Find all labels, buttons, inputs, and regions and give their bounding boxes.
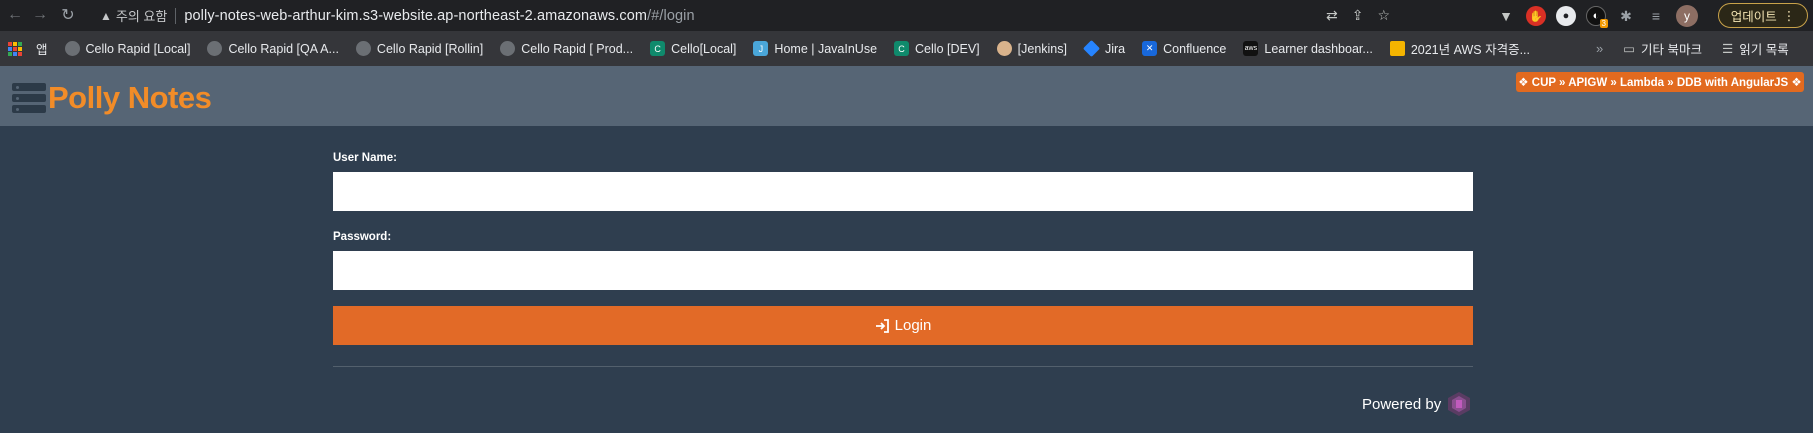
folder-icon [1389,41,1405,56]
share-icon[interactable]: ⇪ [1352,7,1364,24]
aws-icon: aws [1243,41,1259,56]
extension-badge-icon[interactable]: ◐ 3 [1586,6,1608,28]
form-divider [333,366,1473,367]
bookmark-item[interactable]: Cello Rapid [Local] [64,41,190,56]
bookmark-item[interactable]: 2021년 AWS 자격증... [1389,39,1530,58]
forward-icon[interactable]: → [28,3,52,27]
powered-by: Powered by [1362,390,1473,418]
bookmark-item[interactable]: [Jenkins] [996,41,1067,56]
globe-icon [64,41,80,56]
extension-circle-icon[interactable]: ● [1556,6,1576,26]
bookmarks-bar: 앱 Cello Rapid [Local] Cello Rapid [QA A.… [0,31,1813,66]
apps-grid-icon [8,41,22,56]
confluence-icon: ✕ [1142,41,1158,56]
extensions-bar: ▼ ✋ ● ◐ 3 ✱ ≡ y [1496,5,1698,28]
back-icon[interactable]: ← [3,3,27,27]
address-bar[interactable]: ▲ 주의 요함 polly-notes-web-arthur-kim.s3-we… [100,3,1390,28]
bookmarks-right: » ▭ 기타 북마크 ☰ 읽기 목록 [1596,31,1789,66]
sign-in-icon [875,318,889,333]
chevron-right-icon[interactable]: » [1596,41,1603,56]
url-text[interactable]: polly-notes-web-arthur-kim.s3-website.ap… [184,8,694,24]
reading-list[interactable]: ☰ 읽기 목록 [1722,39,1789,58]
globe-icon [207,41,223,56]
jenkins-icon [996,41,1012,56]
username-label: User Name: [333,152,397,164]
cello-icon: C [894,41,910,56]
bookmark-apps[interactable]: 앱 [8,39,48,58]
other-bookmarks[interactable]: ▭ 기타 북마크 [1623,39,1702,58]
stack-badge: ❖ CUP » APIGW » Lambda » DDB with Angula… [1516,72,1804,92]
bookmark-item[interactable]: C Cello [DEV] [894,41,980,56]
bookmark-item[interactable]: Cello Rapid [Rollin] [355,41,483,56]
browser-toolbar: ← → ↻ ▲ 주의 요함 polly-notes-web-arthur-kim… [0,0,1813,31]
more-vertical-icon: ⋮ [1782,9,1796,23]
cello-icon: C [650,41,666,56]
username-input[interactable] [333,172,1473,211]
password-label: Password: [333,231,392,243]
login-form: User Name: Password: Login Powered by [0,126,1813,433]
translate-icon[interactable]: ⇄ [1326,7,1338,24]
bookmark-item[interactable]: Cello Rapid [QA A... [207,41,339,56]
bookmark-item[interactable]: C Cello[Local] [650,41,736,56]
server-stack-icon [12,83,46,113]
reload-icon[interactable]: ↻ [56,3,80,27]
javainuse-icon: J [753,41,769,56]
globe-icon [355,41,371,56]
avatar[interactable]: y [1676,5,1698,27]
bookmark-item[interactable]: Jira [1082,40,1125,57]
puzzle-icon[interactable]: ✱ [1616,6,1636,26]
jira-icon [1082,40,1100,57]
media-queue-icon[interactable]: ≡ [1646,6,1666,26]
globe-icon [500,41,516,56]
bookmark-item[interactable]: J Home | JavaInUse [753,41,877,56]
vuejs-extension-icon[interactable]: ▼ [1496,6,1516,26]
amazon-polly-icon [1448,392,1471,416]
omnibox-divider [175,7,177,24]
update-button[interactable]: 업데이트 ⋮ [1718,3,1808,28]
password-input[interactable] [333,251,1473,290]
bookmark-item[interactable]: Cello Rapid [ Prod... [500,41,633,56]
warning-icon: ▲ [100,8,112,23]
app-logo[interactable]: Polly Notes [12,80,212,116]
security-warning[interactable]: ▲ 주의 요함 [100,6,167,25]
bookmark-item[interactable]: ✕ Confluence [1142,41,1226,56]
bookmark-item[interactable]: aws Learner dashboar... [1243,41,1373,56]
folder-outline-icon: ▭ [1623,42,1636,56]
reading-list-icon: ☰ [1722,42,1734,56]
adblock-extension-icon[interactable]: ✋ [1526,6,1546,26]
bookmark-star-icon[interactable]: ☆ [1377,7,1390,24]
omnibox-actions: ⇄ ⇪ ☆ [1326,7,1390,24]
login-button[interactable]: Login [333,306,1473,345]
app-title: Polly Notes [48,80,212,115]
